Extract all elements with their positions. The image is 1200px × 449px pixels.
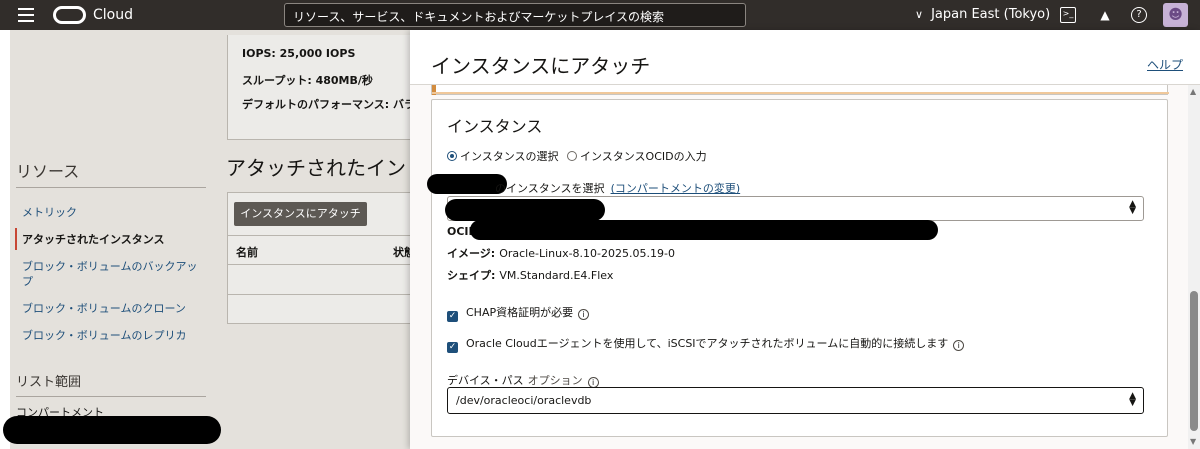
notification-bell-icon[interactable]: ▲: [1097, 7, 1113, 23]
top-bar: Cloud リソース、サービス、ドキュメントおよびマーケットプレイスの検索 ∨ J…: [0, 0, 1200, 30]
table-row: [228, 265, 416, 295]
image-line: イメージ: Oracle-Linux-8.10-2025.05.19-0: [447, 247, 675, 260]
redacted-block: [3, 416, 221, 444]
attached-instances-title: アタッチされたイン: [226, 156, 406, 180]
select-instance-label: のインスタンスを選択 (コンパートメントの変更): [495, 182, 741, 195]
oracle-agent-checkbox[interactable]: ✓ Oracle Cloudエージェントを使用して、iSCSIでアタッチされたボリ…: [447, 335, 965, 353]
device-path-value: /dev/oracleoci/oraclevdb: [456, 394, 592, 407]
menu-icon[interactable]: [18, 8, 34, 22]
divider: [16, 187, 206, 188]
chap-checkbox[interactable]: ✓ CHAP資格証明が必要 i: [447, 304, 590, 322]
panel-title: インスタンスにアタッチ: [431, 54, 651, 78]
previous-card: [431, 85, 1169, 95]
panel-content: インスタンス インスタンスの選択 インスタンスOCIDの入力 のインスタンスを選…: [410, 85, 1200, 449]
change-compartment-link[interactable]: (コンパートメントの変更): [611, 182, 741, 195]
iops-text: IOPS: 25,000 IOPS: [242, 47, 356, 60]
help-link[interactable]: ヘルプ: [1147, 56, 1183, 73]
shape-line: シェイプ: VM.Standard.E4.Flex: [447, 269, 614, 282]
sidebar-item-attached-instances[interactable]: アタッチされたインスタンス: [22, 232, 202, 247]
region-selector[interactable]: ∨ Japan East (Tokyo): [915, 7, 1050, 22]
scroll-down-icon[interactable]: ▼: [1190, 437, 1196, 446]
radio-enter-ocid[interactable]: インスタンスOCIDの入力: [567, 148, 707, 164]
sidebar-item-backups[interactable]: ブロック・ボリュームのバックアップ: [22, 259, 202, 289]
help-icon[interactable]: ?: [1131, 7, 1147, 23]
default-performance-text: デフォルトのパフォーマンス: バラ: [242, 98, 416, 111]
device-path-select[interactable]: /dev/oracleoci/oraclevdb ▲ ▼: [447, 387, 1144, 414]
sidebar-item-clones[interactable]: ブロック・ボリュームのクローン: [22, 301, 202, 316]
radio-label: インスタンスの選択: [460, 150, 559, 163]
attach-instance-panel: インスタンスにアタッチ ヘルプ インスタンス インスタンスの選択 インスタンスO…: [410, 30, 1200, 449]
chevron-down-icon: ∨: [915, 8, 924, 21]
checkmark-icon: ✓: [447, 311, 458, 322]
column-name: 名前: [236, 246, 258, 259]
scroll-up-icon[interactable]: ▲: [1190, 87, 1196, 96]
avatar[interactable]: ☻: [1163, 3, 1188, 27]
sidebar-item-metrics[interactable]: メトリック: [22, 205, 202, 220]
volume-info-card: IOPS: 25,000 IOPS スループット: 480MB/秒 デフォルトの…: [227, 35, 417, 140]
radio-select-instance[interactable]: インスタンスの選択: [447, 148, 559, 164]
select-chevron-icon: ▲ ▼: [1129, 391, 1136, 408]
active-indicator: [15, 228, 17, 250]
attached-instances-table: インスタンスにアタッチ 名前 状態: [227, 192, 417, 324]
redacted-block: [470, 220, 938, 240]
redacted-block: [445, 199, 605, 221]
instance-card: インスタンス インスタンスの選択 インスタンスOCIDの入力 のインスタンスを選…: [427, 99, 1168, 437]
radio-unselected-icon: [567, 151, 577, 161]
select-chevron-icon: ▲ ▼: [1129, 199, 1136, 216]
radio-label: インスタンスOCIDの入力: [580, 150, 707, 163]
card-title: インスタンス: [447, 117, 543, 136]
checkmark-icon: ✓: [447, 342, 458, 353]
scrollbar[interactable]: ▲ ▼: [1188, 85, 1200, 449]
resources-title: リソース: [16, 162, 80, 181]
attach-instance-button[interactable]: インスタンスにアタッチ: [234, 202, 367, 226]
info-icon[interactable]: i: [953, 340, 965, 351]
scrollbar-thumb[interactable]: [1190, 291, 1198, 431]
throughput-text: スループット: 480MB/秒: [242, 74, 373, 87]
oracle-logo-icon[interactable]: [53, 6, 86, 24]
search-input[interactable]: リソース、サービス、ドキュメントおよびマーケットプレイスの検索: [284, 3, 746, 27]
brand-label[interactable]: Cloud: [93, 7, 133, 23]
info-icon[interactable]: i: [578, 309, 590, 320]
region-label: Japan East (Tokyo): [931, 7, 1051, 22]
radio-selected-icon: [447, 151, 457, 161]
device-path-label: デバイス・パス オプション i: [447, 372, 599, 388]
list-scope-title: リスト範囲: [16, 375, 82, 390]
sidebar-item-replicas[interactable]: ブロック・ボリュームのレプリカ: [22, 328, 202, 343]
cloud-shell-icon[interactable]: >_: [1060, 7, 1076, 23]
table-header: 名前 状態: [228, 235, 416, 265]
divider: [16, 396, 206, 397]
